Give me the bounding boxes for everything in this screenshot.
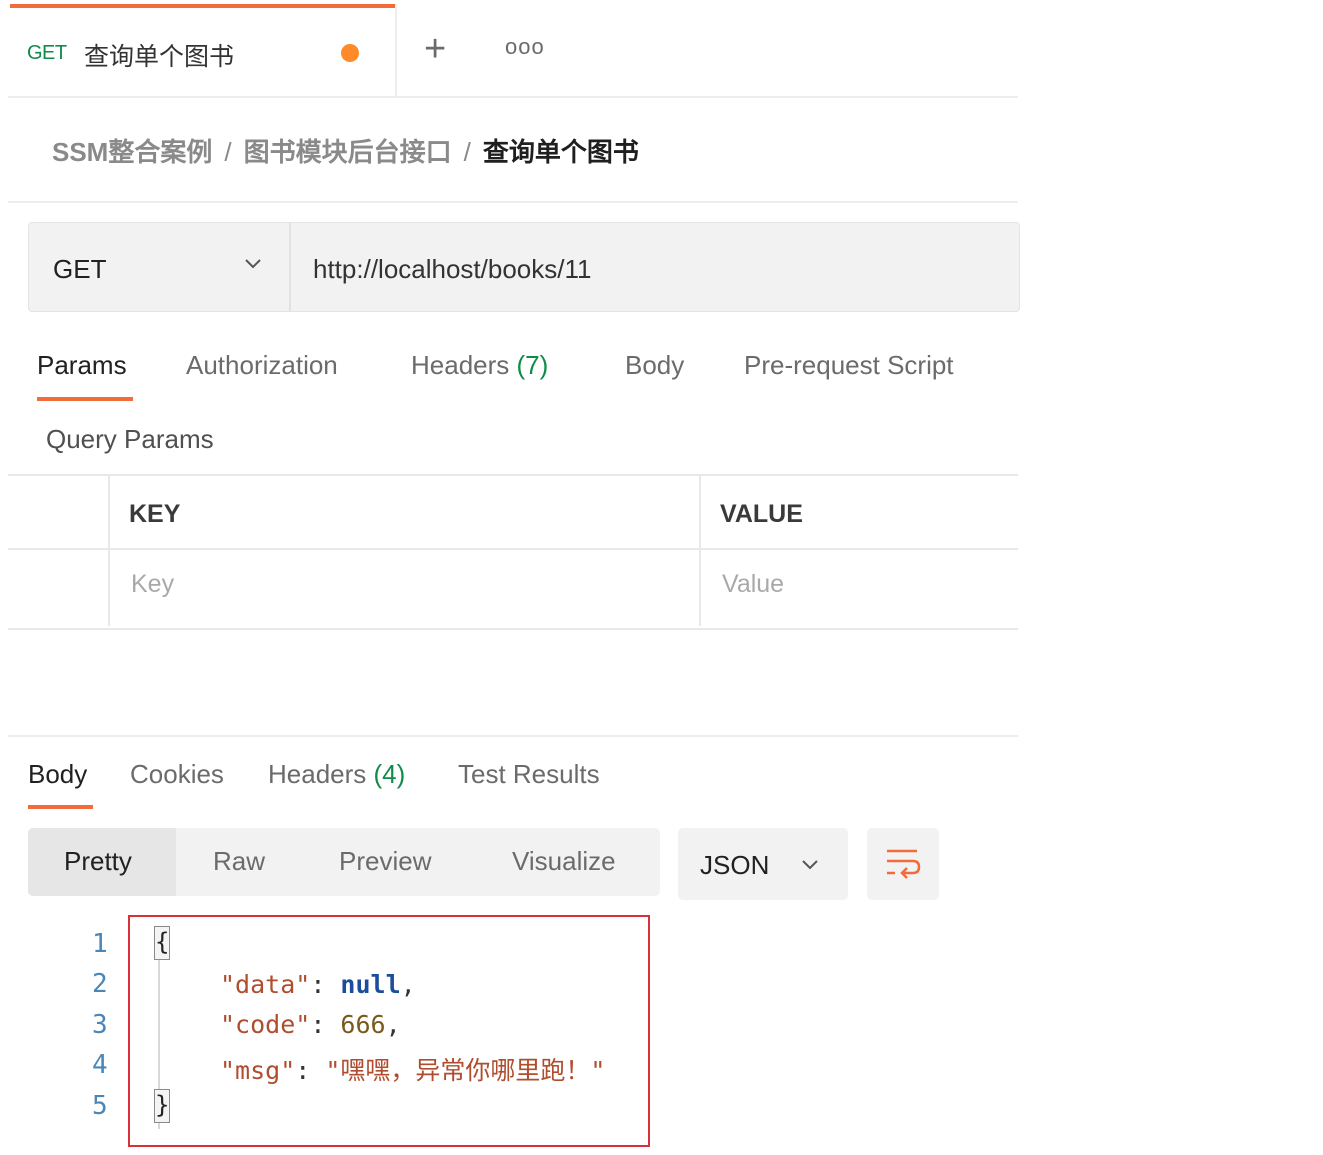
tab-authorization[interactable]: Authorization — [186, 350, 338, 381]
response-tab-test-results[interactable]: Test Results — [458, 759, 600, 790]
tab-label: Body — [625, 350, 685, 380]
format-preview[interactable]: Preview — [339, 846, 431, 877]
breadcrumb-separator: / — [224, 137, 232, 167]
breadcrumb-collection[interactable]: SSM整合案例 — [52, 137, 212, 167]
highlight-box — [128, 915, 650, 1147]
format-select[interactable]: JSON — [678, 828, 848, 900]
format-pretty[interactable]: Pretty — [64, 846, 132, 877]
divider — [8, 201, 1018, 203]
divider — [8, 548, 1018, 550]
breadcrumb-separator: / — [463, 137, 471, 167]
url-bar: GET http://localhost/books/11 — [28, 222, 1020, 312]
method-select[interactable]: GET — [53, 254, 106, 285]
tab-label: Headers — [268, 759, 367, 789]
line-number: 2 — [92, 969, 108, 999]
response-tab-headers[interactable]: Headers (4) — [268, 759, 405, 790]
query-params-title: Query Params — [46, 424, 214, 454]
breadcrumb: SSM整合案例 / 图书模块后台接口 / 查询单个图书 — [52, 132, 639, 169]
tab-title: 查询单个图书 — [84, 43, 235, 71]
response-tab-body[interactable]: Body — [28, 759, 87, 790]
tab-label: Params — [37, 350, 127, 380]
divider — [8, 735, 1018, 737]
tab-params[interactable]: Params — [37, 350, 127, 381]
tab-headers[interactable]: Headers (7) — [411, 350, 548, 381]
wrap-lines-icon — [887, 849, 921, 879]
key-input[interactable]: Key — [131, 570, 174, 599]
wrap-lines-button[interactable] — [867, 828, 939, 900]
response-tab-cookies[interactable]: Cookies — [130, 759, 224, 790]
active-tab-underline — [28, 805, 93, 809]
chevron-down-icon — [802, 860, 818, 870]
tab-pre-request-script[interactable]: Pre-request Script — [744, 350, 954, 381]
format-tabs: Pretty Raw Preview Visualize — [28, 828, 660, 896]
tab-bar: GET 查询单个图书 + ooo — [8, 4, 1018, 98]
chevron-down-icon[interactable] — [243, 253, 263, 273]
plus-icon[interactable]: + — [424, 30, 446, 68]
tab-label: Headers — [411, 350, 510, 380]
key-column-header: KEY — [129, 500, 181, 528]
url-input[interactable]: http://localhost/books/11 — [313, 254, 591, 285]
breadcrumb-current[interactable]: 查询单个图书 — [483, 137, 639, 167]
query-params-table: KEY VALUE Key Value — [8, 474, 1018, 630]
tab-method: GET — [27, 42, 67, 64]
line-number: 1 — [92, 929, 108, 959]
format-raw[interactable]: Raw — [213, 846, 265, 877]
more-icon[interactable]: ooo — [505, 34, 545, 60]
tab-label: Pre-request Script — [744, 350, 954, 380]
value-input[interactable]: Value — [722, 570, 784, 599]
line-number: 3 — [92, 1010, 108, 1040]
request-tab[interactable]: GET 查询单个图书 — [8, 4, 397, 96]
format-visualize[interactable]: Visualize — [512, 846, 616, 877]
line-number: 5 — [92, 1091, 108, 1121]
tab-label: Cookies — [130, 759, 224, 789]
breadcrumb-folder[interactable]: 图书模块后台接口 — [244, 137, 452, 167]
divider — [289, 223, 291, 311]
tab-count: (7) — [516, 350, 549, 380]
tab-body[interactable]: Body — [625, 350, 684, 381]
active-tab-underline — [37, 397, 133, 401]
divider — [699, 476, 701, 626]
unsaved-dot-icon — [341, 44, 359, 62]
tab-count: (4) — [373, 759, 406, 789]
line-number: 4 — [92, 1050, 108, 1080]
divider — [108, 476, 110, 626]
format-select-value: JSON — [700, 850, 770, 880]
value-column-header: VALUE — [720, 500, 803, 528]
tab-label: Test Results — [458, 759, 600, 789]
active-tab-indicator — [10, 4, 395, 8]
tab-label: Body — [28, 759, 88, 789]
postman-request-panel: GET 查询单个图书 + ooo SSM整合案例 / 图书模块后台接口 / 查询单个图书… — [8, 4, 1020, 1155]
tab-label: Authorization — [186, 350, 338, 380]
